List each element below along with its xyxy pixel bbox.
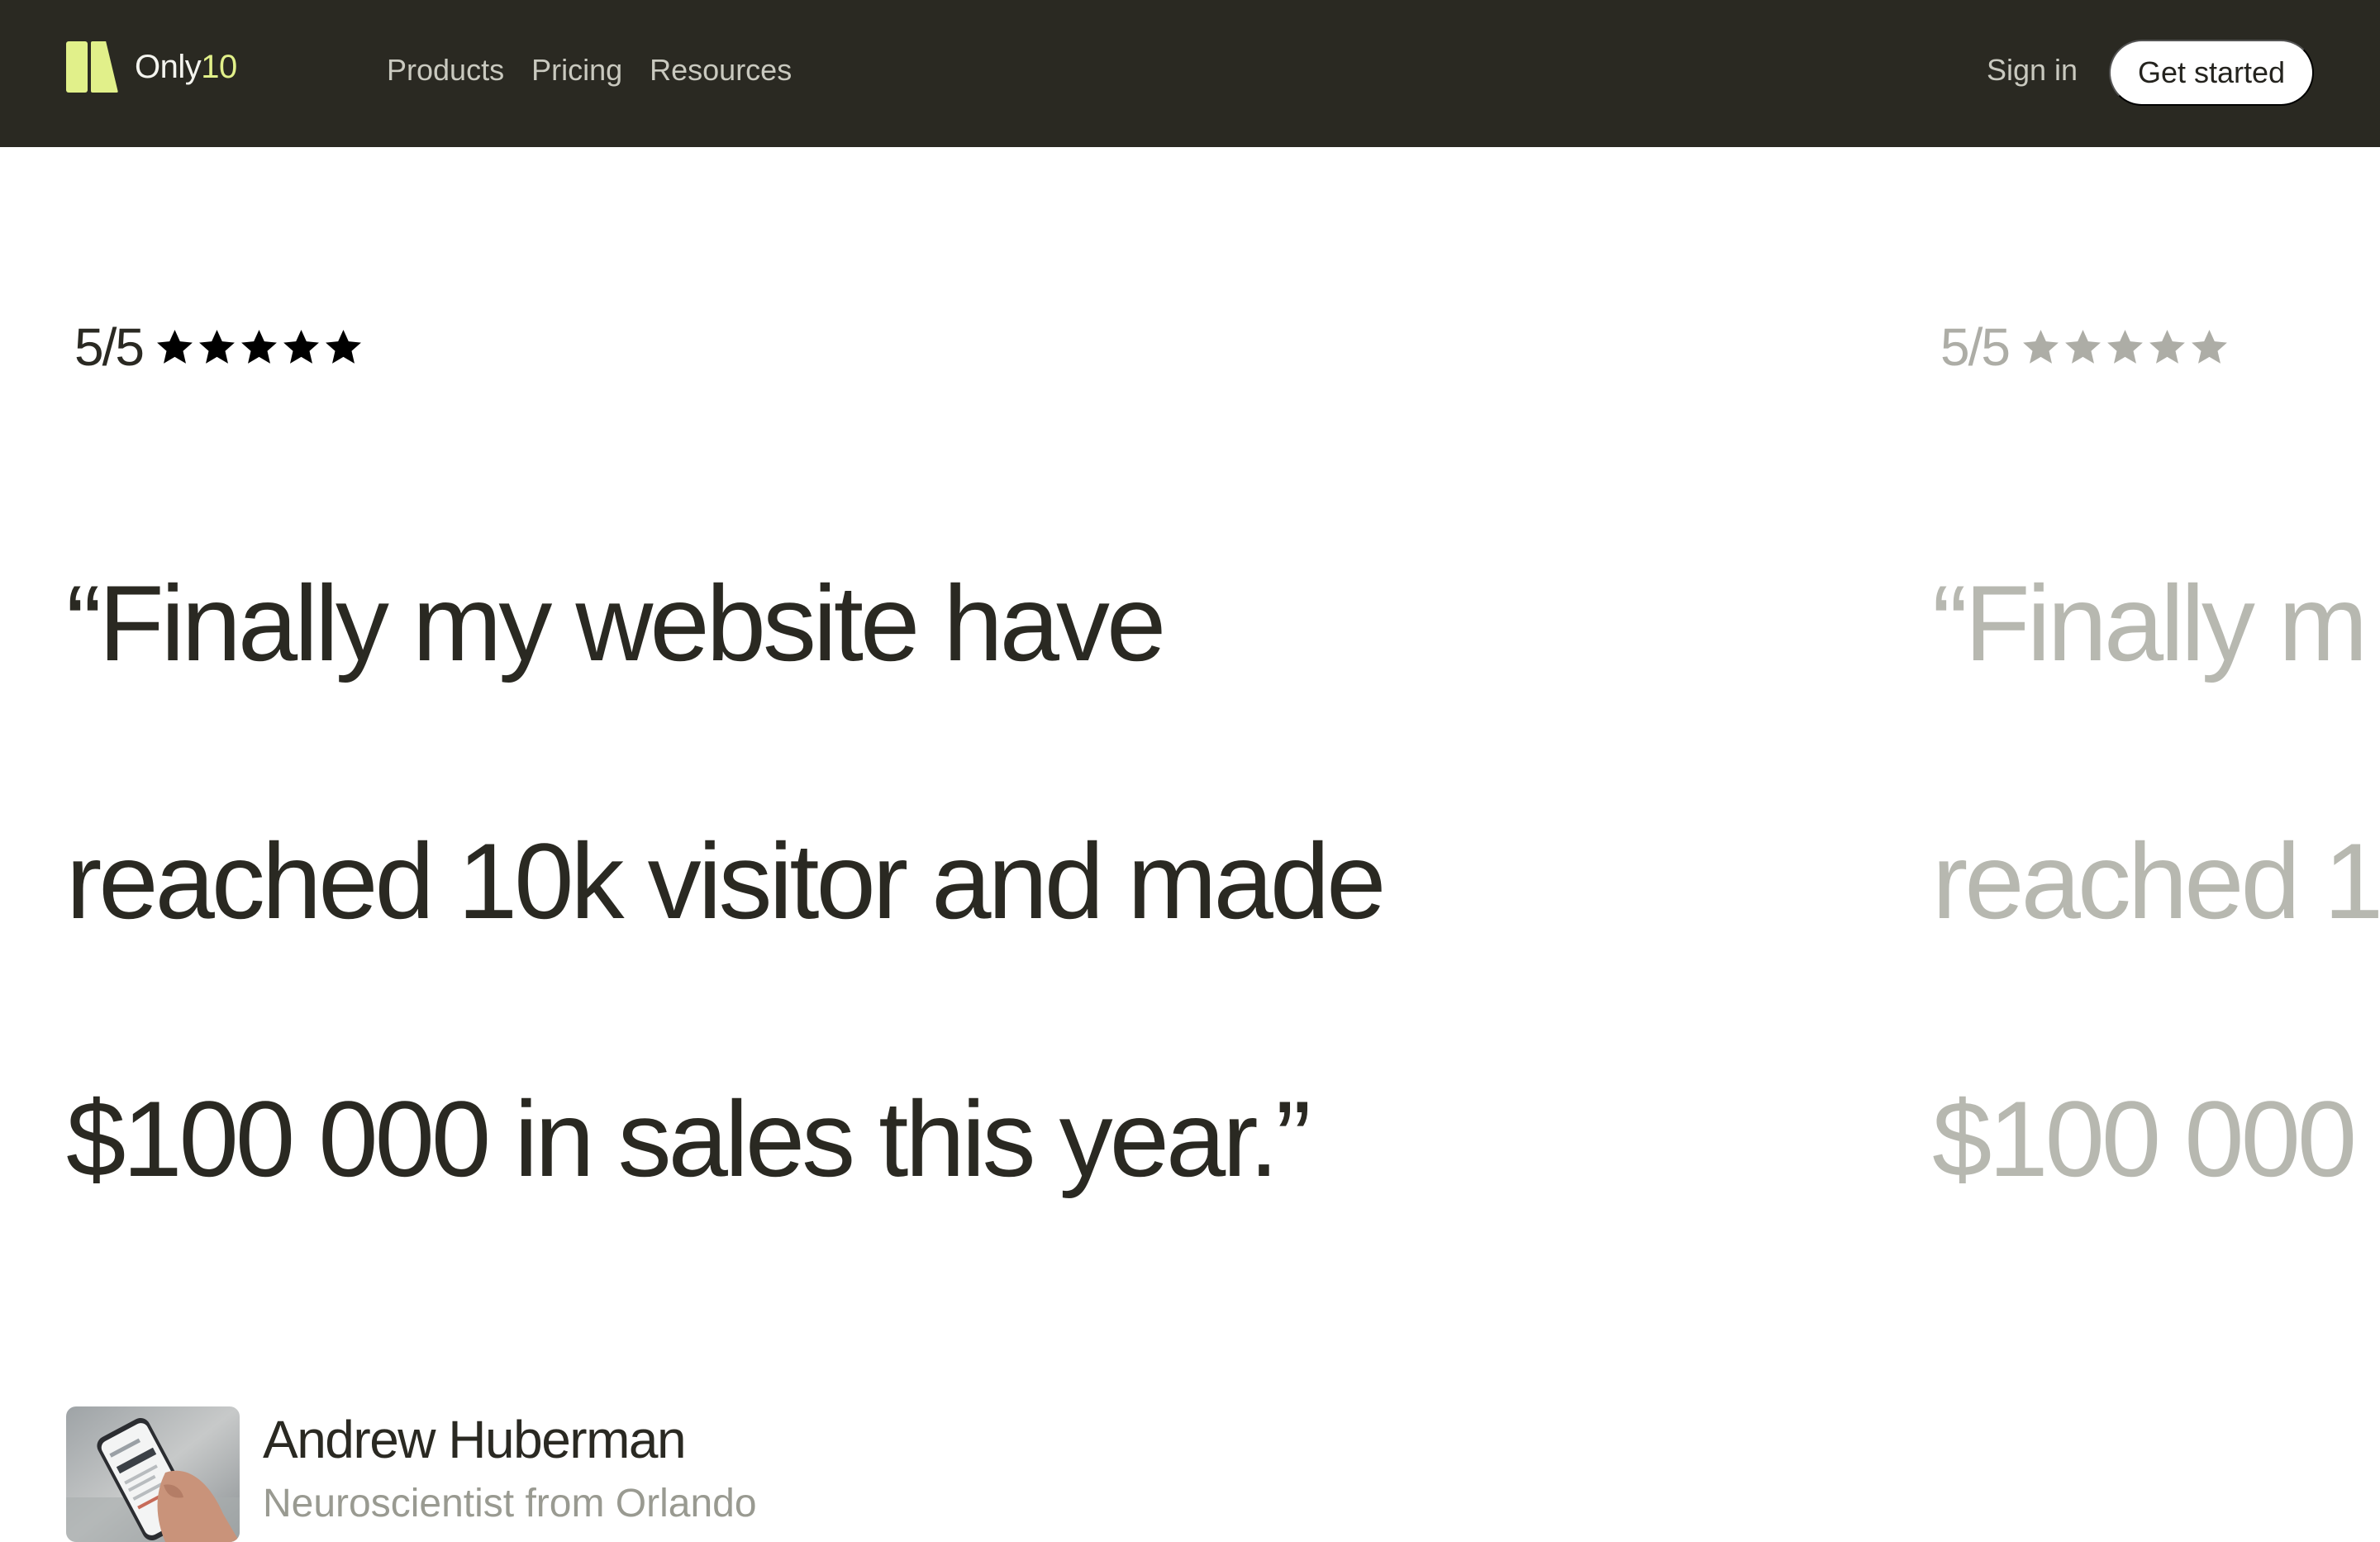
nav-link-resources[interactable]: Resources xyxy=(650,53,792,88)
star-icon xyxy=(199,329,235,364)
star-icon xyxy=(157,329,193,364)
testimonial-card: 5/5 “Finally my website have reached 10k… xyxy=(66,314,1636,1542)
brand-name: Only10 xyxy=(135,48,237,85)
nav-link-pricing[interactable]: Pricing xyxy=(531,53,622,88)
star-icon xyxy=(2023,329,2059,364)
rating: 5/5 xyxy=(66,314,1636,380)
star-icon xyxy=(2192,329,2227,364)
rating-value: 5/5 xyxy=(74,317,145,377)
star-icon xyxy=(283,329,319,364)
sign-in-link[interactable]: Sign in xyxy=(1987,53,2078,88)
quote-line: reached 1 xyxy=(1932,821,2380,941)
top-navbar: Only10 Products Pricing Resources Sign i… xyxy=(0,0,2380,147)
quote-line: “Finally m xyxy=(1932,563,2368,683)
rating-value: 5/5 xyxy=(1940,317,2011,377)
testimonial-quote: “Finally my website have reached 10k vis… xyxy=(66,430,1636,1332)
quote-line: $100 000 xyxy=(1932,1078,2357,1199)
nav-link-products[interactable]: Products xyxy=(387,53,504,88)
brand-logo[interactable]: Only10 xyxy=(66,41,237,93)
quote-line: $100 000 in sales this year.” xyxy=(66,1078,1311,1199)
star-icon xyxy=(2065,329,2101,364)
get-started-button[interactable]: Get started xyxy=(2109,40,2314,106)
star-icon xyxy=(326,329,361,364)
quote-line: “Finally my website have xyxy=(66,563,1166,683)
author-name: Andrew Huberman xyxy=(263,1410,687,1469)
star-icon xyxy=(2107,329,2143,364)
star-rating xyxy=(2021,327,2230,368)
star-icon xyxy=(241,329,277,364)
avatar-photo xyxy=(66,1406,240,1542)
main-nav: Products Pricing Resources xyxy=(387,53,792,88)
testimonial-author: Andrew Huberman Neuroscientist from Orla… xyxy=(66,1406,1636,1542)
testimonial-quote: “Finally m reached 1 $100 000 xyxy=(1932,430,2380,1332)
avatar xyxy=(66,1406,240,1542)
author-role: Neuroscientist from Orlando xyxy=(263,1482,757,1525)
testimonial-card-next[interactable]: 5/5 “Finally m reached 1 $100 000 xyxy=(1932,314,2380,1332)
rating: 5/5 xyxy=(1932,314,2380,380)
star-icon xyxy=(2149,329,2185,364)
logo-mark-icon xyxy=(66,41,118,93)
star-rating xyxy=(155,327,364,368)
quote-line: reached 10k visitor and made xyxy=(66,821,1386,941)
